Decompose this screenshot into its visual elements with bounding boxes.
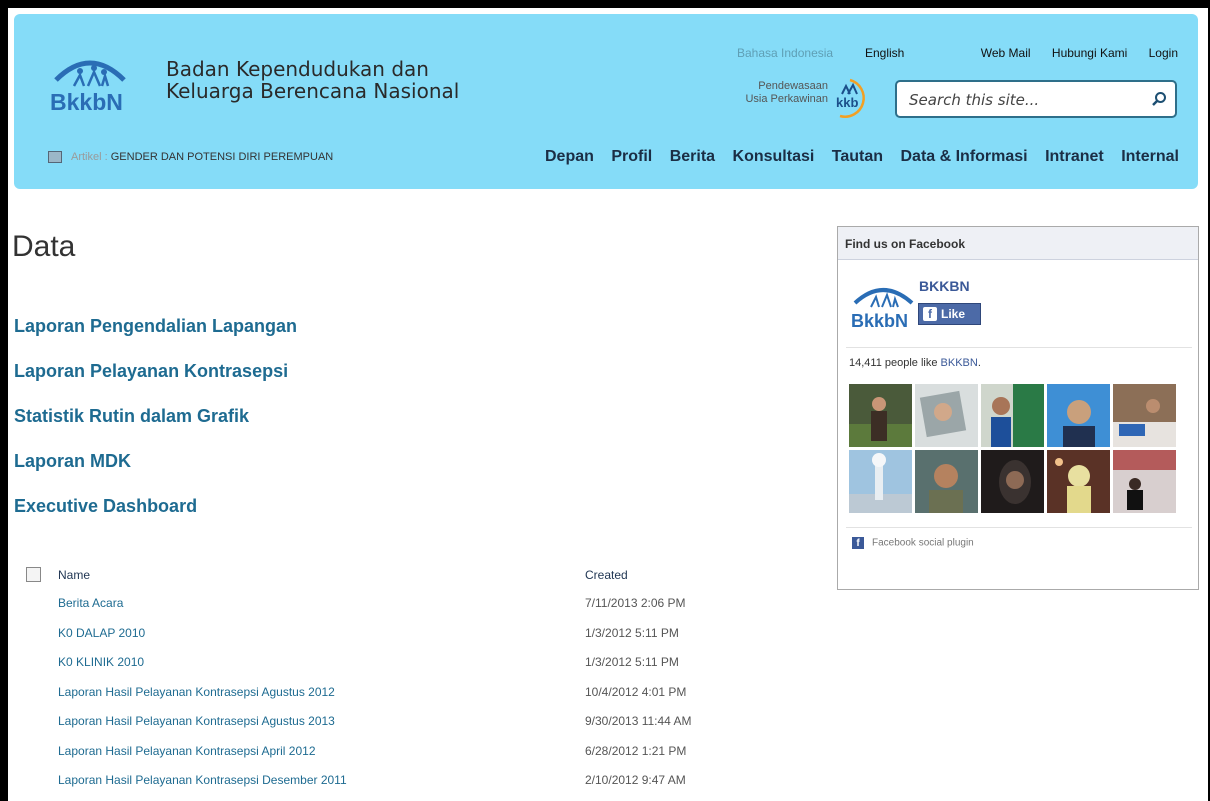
fan-avatar[interactable] <box>1113 384 1176 447</box>
facebook-social-plugin-label: f Facebook social plugin <box>852 537 974 549</box>
document-list: Name Created Berita Acara 7/11/2013 2:06 … <box>26 566 746 799</box>
document-created: 9/30/2013 11:44 AM <box>585 714 692 728</box>
document-name-link[interactable]: K0 DALAP 2010 <box>58 626 145 640</box>
window-frame-top <box>0 0 1210 8</box>
fan-avatar[interactable] <box>1047 450 1110 513</box>
webmail-link[interactable]: Web Mail <box>981 46 1031 60</box>
like-label: Like <box>941 307 966 321</box>
nav-tautan[interactable]: Tautan <box>832 148 883 165</box>
like-count-page-link[interactable]: BKKBN <box>941 357 978 369</box>
column-header-created[interactable]: Created <box>585 568 628 582</box>
document-created: 10/4/2012 4:01 PM <box>585 684 687 699</box>
search-icon[interactable] <box>1151 91 1167 107</box>
list-item: Laporan Hasil Pelayanan Kontrasepsi Agus… <box>26 681 746 711</box>
svg-text:BkkbN: BkkbN <box>851 311 908 331</box>
link-laporan-mdk[interactable]: Laporan MDK <box>14 451 297 496</box>
list-item: Berita Acara 7/11/2013 2:06 PM <box>26 592 746 622</box>
divider <box>846 347 1192 348</box>
fan-avatar[interactable] <box>915 450 978 513</box>
list-header: Name Created <box>26 566 746 592</box>
nav-internal[interactable]: Internal <box>1121 148 1179 165</box>
search-box <box>895 80 1177 118</box>
main-navigation: Depan Profil Berita Konsultasi Tautan Da… <box>532 148 1179 166</box>
document-name-link[interactable]: Berita Acara <box>58 596 123 610</box>
pendewasaan-line1: Pendewasaan <box>758 80 828 92</box>
like-count-text: 14,411 people like <box>849 357 941 369</box>
facebook-like-box: Find us on Facebook BkkbN BKKBN f Like 1… <box>837 226 1199 590</box>
select-all-checkbox[interactable] <box>26 567 41 582</box>
svg-text:kkb: kkb <box>836 95 858 110</box>
article-title-link[interactable]: GENDER DAN POTENSI DIRI PEREMPUAN <box>111 151 333 163</box>
organization-name: Badan Kependudukan dan Keluarga Berencan… <box>166 58 459 102</box>
link-laporan-pelayanan-kontrasepsi[interactable]: Laporan Pelayanan Kontrasepsi <box>14 361 297 406</box>
fan-avatar[interactable] <box>1113 450 1176 513</box>
section-links: Laporan Pengendalian Lapangan Laporan Pe… <box>14 316 297 541</box>
monitor-icon <box>48 151 62 164</box>
divider <box>846 527 1192 528</box>
fan-avatar[interactable] <box>915 384 978 447</box>
document-created: 1/3/2012 5:11 PM <box>585 655 679 669</box>
login-link[interactable]: Login <box>1149 46 1178 60</box>
facebook-like-button[interactable]: f Like <box>918 303 981 325</box>
link-laporan-pengendalian-lapangan[interactable]: Laporan Pengendalian Lapangan <box>14 316 297 361</box>
document-created: 2/10/2012 9:47 AM <box>585 773 686 787</box>
document-created: 7/11/2013 2:06 PM <box>585 596 686 610</box>
facebook-page-name[interactable]: BKKBN <box>919 278 970 294</box>
fan-avatar[interactable] <box>1047 384 1110 447</box>
list-item: K0 DALAP 2010 1/3/2012 5:11 PM <box>26 622 746 652</box>
nav-depan[interactable]: Depan <box>545 148 594 165</box>
document-created: 6/28/2012 1:21 PM <box>585 743 687 758</box>
nav-intranet[interactable]: Intranet <box>1045 148 1104 165</box>
svg-text:BkkbN: BkkbN <box>50 89 123 115</box>
site-header: BkkbN Badan Kependudukan dan Keluarga Be… <box>14 14 1198 189</box>
contact-link[interactable]: Hubungi Kami <box>1052 46 1127 60</box>
nav-profil[interactable]: Profil <box>611 148 652 165</box>
document-name-link[interactable]: K0 KLINIK 2010 <box>58 655 144 669</box>
pendewasaan-line2: Usia Perkawinan <box>745 93 828 105</box>
facebook-like-count: 14,411 people like BKKBN. <box>849 357 981 369</box>
list-item: Laporan Hasil Pelayanan Kontrasepsi Apri… <box>26 740 746 770</box>
nav-data-informasi[interactable]: Data & Informasi <box>900 148 1027 165</box>
fan-avatar[interactable] <box>849 450 912 513</box>
list-item: K0 KLINIK 2010 1/3/2012 5:11 PM <box>26 651 746 681</box>
search-input[interactable] <box>907 88 1141 112</box>
list-item: Laporan Hasil Pelayanan Kontrasepsi Dese… <box>26 769 746 799</box>
facebook-box-title: Find us on Facebook <box>838 227 1198 260</box>
bkkbn-page-avatar[interactable]: BkkbN <box>851 277 916 332</box>
document-name-link[interactable]: Laporan Hasil Pelayanan Kontrasepsi Agus… <box>58 714 335 728</box>
nav-konsultasi[interactable]: Konsultasi <box>733 148 815 165</box>
org-name-line2: Keluarga Berencana Nasional <box>166 79 460 103</box>
link-statistik-rutin[interactable]: Statistik Rutin dalam Grafik <box>14 406 297 451</box>
plugin-text[interactable]: Facebook social plugin <box>872 538 974 549</box>
window-frame-left <box>0 0 8 801</box>
document-name-link[interactable]: Laporan Hasil Pelayanan Kontrasepsi Apri… <box>58 744 316 758</box>
language-english-link[interactable]: English <box>865 46 904 60</box>
org-name-line1: Badan Kependudukan dan <box>166 57 429 81</box>
nav-berita[interactable]: Berita <box>670 148 715 165</box>
facebook-f-icon: f <box>923 307 937 321</box>
column-header-name[interactable]: Name <box>58 568 90 582</box>
article-ticker: Artikel : GENDER DAN POTENSI DIRI PEREMP… <box>48 151 333 164</box>
link-executive-dashboard[interactable]: Executive Dashboard <box>14 496 297 541</box>
document-name-link[interactable]: Laporan Hasil Pelayanan Kontrasepsi Agus… <box>58 685 335 699</box>
like-count-suffix: . <box>977 357 981 369</box>
facebook-f-icon: f <box>852 537 864 549</box>
list-item: Laporan Hasil Pelayanan Kontrasepsi Agus… <box>26 710 746 740</box>
document-name-link[interactable]: Laporan Hasil Pelayanan Kontrasepsi Dese… <box>58 773 347 787</box>
top-links: Web Mail Hubungi Kami Login <box>963 46 1178 60</box>
language-indonesian-link[interactable]: Bahasa Indonesia <box>737 46 833 60</box>
pendewasaan-label[interactable]: Pendewasaan Usia Perkawinan <box>704 80 828 106</box>
fan-avatar[interactable] <box>981 384 1044 447</box>
fan-avatar[interactable] <box>849 384 912 447</box>
page-title: Data <box>12 230 76 263</box>
kkb-logo[interactable]: kkb <box>830 76 874 120</box>
fan-avatar[interactable] <box>981 450 1044 513</box>
bkkbn-logo[interactable]: BkkbN <box>50 46 130 116</box>
document-created: 1/3/2012 5:11 PM <box>585 625 679 640</box>
article-prefix: Artikel : <box>71 151 108 163</box>
